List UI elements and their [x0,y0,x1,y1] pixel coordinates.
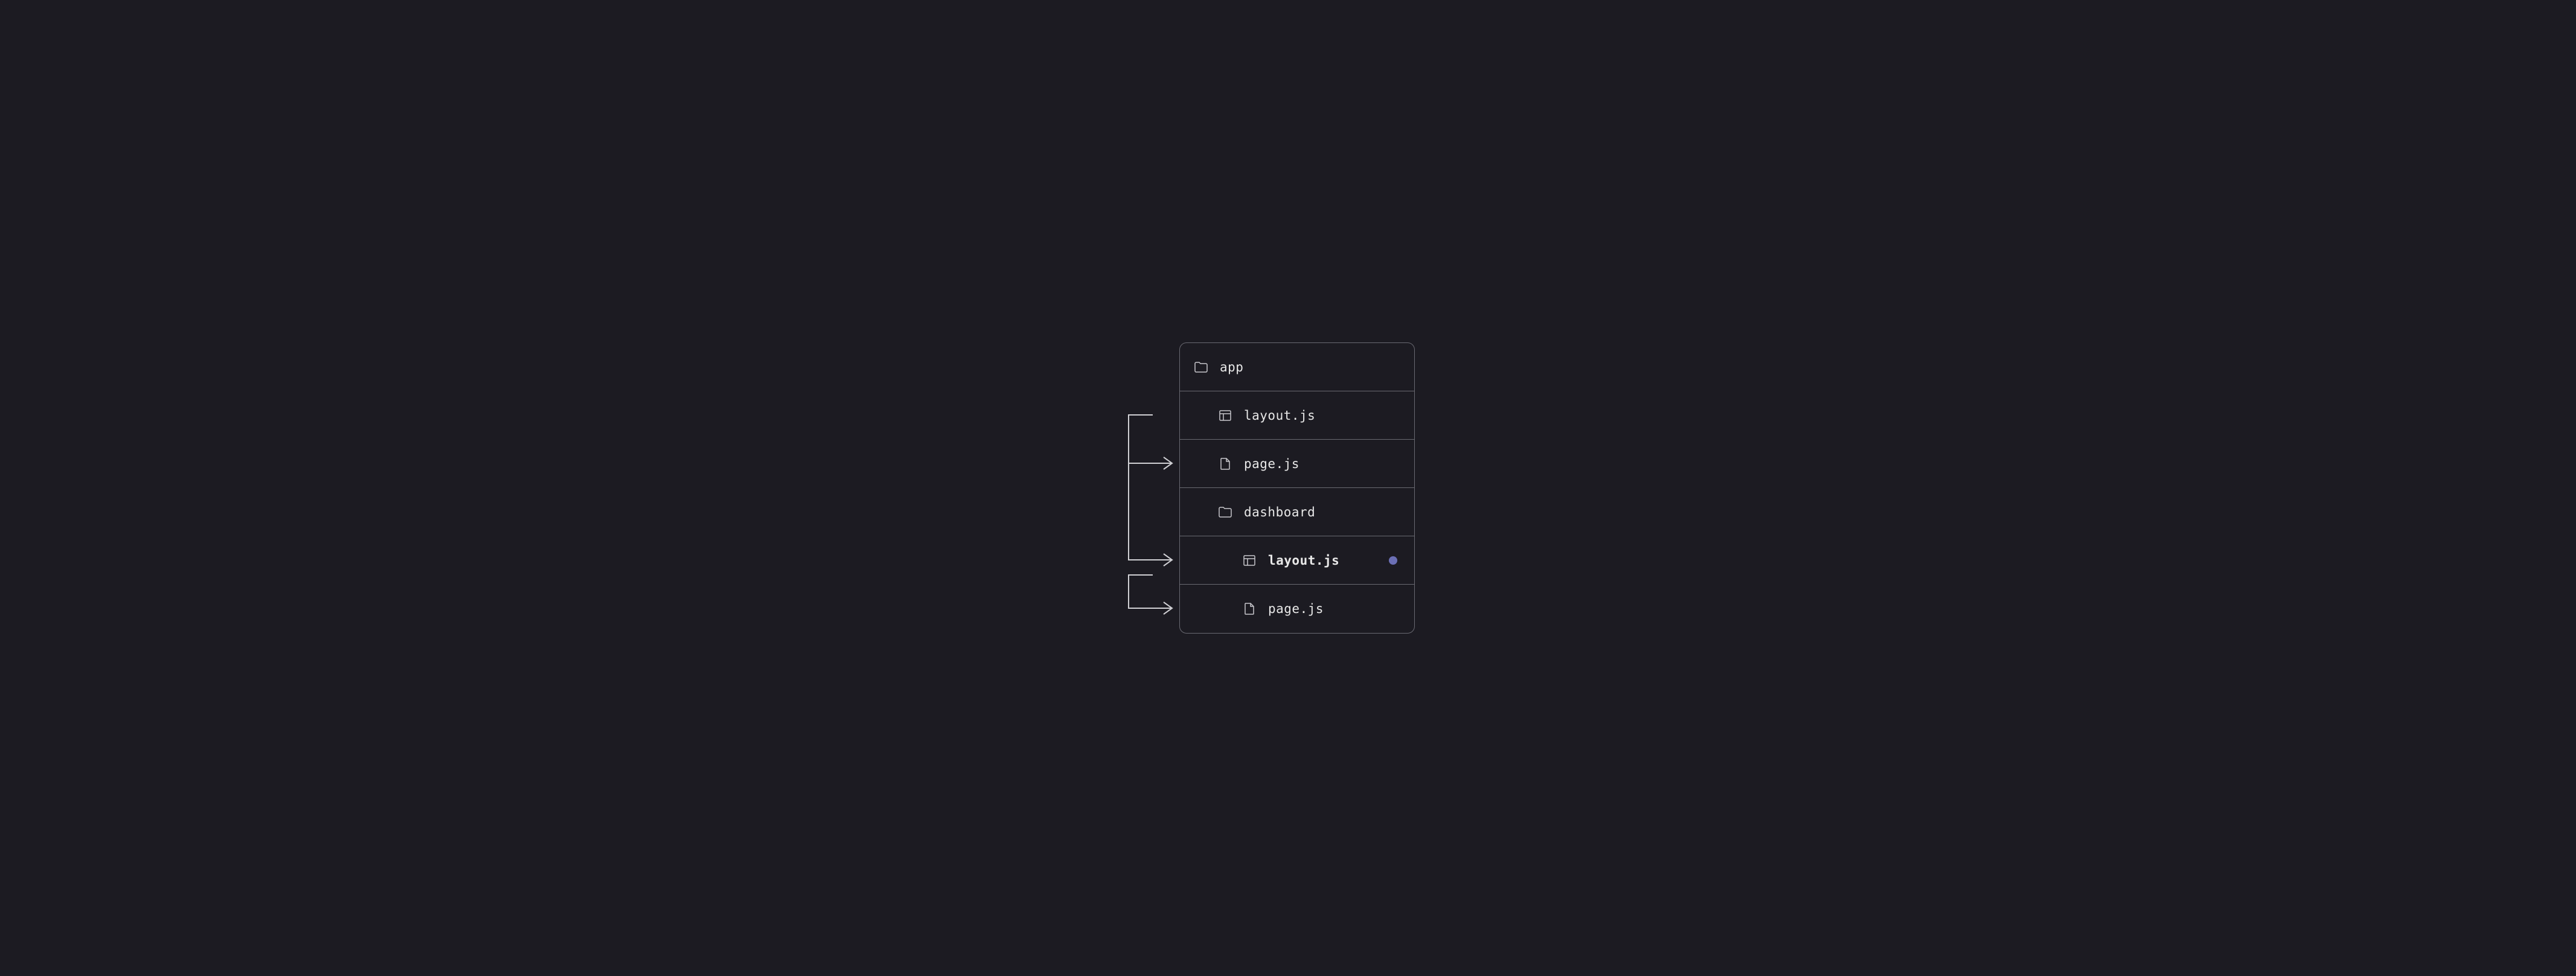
tree-row-root: app [1180,343,1414,391]
tree-row-folder-dashboard: dashboard [1180,488,1414,536]
file-tree-diagram: app layout.js page.js [1119,342,1457,634]
tree-row-page: page.js [1180,440,1414,488]
relation-arrows [1123,342,1183,635]
folder-icon [1192,362,1210,373]
tree-row-page-nested: page.js [1180,585,1414,633]
tree-row-label: layout.js [1244,408,1315,423]
file-icon [1216,458,1234,470]
tree-row-layout-active: layout.js [1180,536,1414,585]
tree-row-label: layout.js [1268,553,1339,568]
tree-row-label: dashboard [1244,505,1315,519]
layout-icon [1216,410,1234,421]
tree-row-label: app [1220,360,1243,374]
tree-row-layout: layout.js [1180,391,1414,440]
folder-icon [1216,507,1234,518]
tree-row-label: page.js [1244,457,1299,471]
active-dot-icon [1389,556,1397,565]
layout-icon [1240,555,1258,566]
tree-row-label: page.js [1268,602,1324,616]
file-icon [1240,603,1258,615]
file-tree-panel: app layout.js page.js [1179,342,1415,634]
